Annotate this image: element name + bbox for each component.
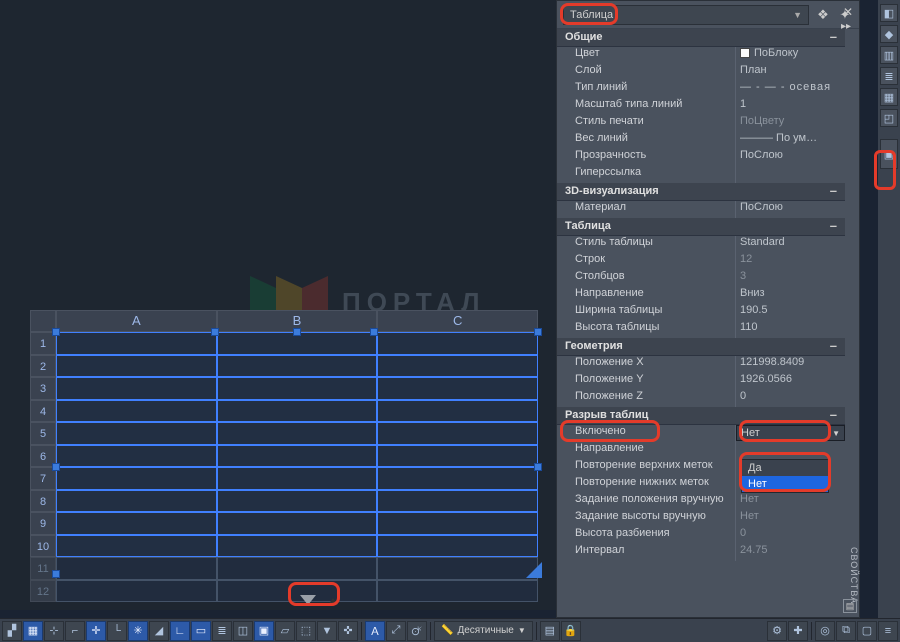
row-lineweight[interactable]: Вес линий——— По ум… (557, 132, 845, 149)
sb-otrack-icon[interactable]: ▭ (191, 621, 211, 641)
ruler-icon: 📏 (441, 625, 453, 636)
right-ribbon: ◧ ◆ ▥ ≣ ▦ ◰ ▣ (878, 0, 900, 618)
section-3d-viz[interactable]: 3D-визуализация– (557, 183, 845, 201)
sb-filter-icon[interactable]: ▼ (317, 621, 337, 641)
row-material[interactable]: МатериалПоСлою (557, 201, 845, 218)
ribbon-tool-4-icon[interactable]: ≣ (880, 67, 898, 85)
sb-annoscale3-icon[interactable]: 🜚 (407, 621, 427, 641)
sb-polar-icon[interactable]: ✳ (128, 621, 148, 641)
sb-grid-icon[interactable]: ▦ (23, 621, 43, 641)
object-type-dropdown[interactable]: Таблица ▼ (563, 5, 809, 25)
sb-annoscale-icon[interactable]: Ａ (365, 621, 385, 641)
sb-infer-icon[interactable]: ⌐ (65, 621, 85, 641)
selected-table[interactable]: A B C 12 34 56 78 910 1112 (30, 310, 538, 602)
sb-quickprops-icon[interactable]: ▤ (540, 621, 560, 641)
chevron-down-icon: ▼ (793, 10, 802, 20)
sb-workspace-icon[interactable]: ⚙ (767, 621, 787, 641)
grip-col1[interactable] (211, 328, 219, 336)
dropdown-option-no[interactable]: Нет (742, 476, 828, 492)
row-table-style[interactable]: Стиль таблицыStandard (557, 236, 845, 253)
row-table-height[interactable]: Высота таблицы110 (557, 321, 845, 338)
chevron-down-icon: ▼ (832, 429, 840, 438)
ribbon-tool-1-icon[interactable]: ◧ (880, 4, 898, 22)
sb-transparency-icon[interactable]: ◫ (233, 621, 253, 641)
color-swatch-icon (740, 48, 750, 58)
ribbon-tool-3-icon[interactable]: ▥ (880, 46, 898, 64)
row-break-enabled[interactable]: Включено Нет ▼ (557, 425, 845, 442)
sb-cleanscreen-icon[interactable]: ▢ (857, 621, 877, 641)
ribbon-tool-5-icon[interactable]: ▦ (880, 88, 898, 106)
sb-lineweight-icon[interactable]: ≣ (212, 621, 232, 641)
break-enabled-dropdown[interactable]: Нет ▼ (736, 425, 845, 441)
row-plotstyle: Стиль печатиПоЦвету (557, 115, 845, 132)
table-break-up-icon[interactable] (328, 598, 338, 605)
row-table-direction[interactable]: НаправлениеВниз (557, 287, 845, 304)
row-break-manualpos: Задание положения вручнуюНет (557, 493, 845, 510)
sb-ortho-icon[interactable]: └ (107, 621, 127, 641)
ribbon-tool-2-icon[interactable]: ◆ (880, 25, 898, 43)
status-bar: ▞ ▦ ⊹ ⌐ ✛ └ ✳ ◢ ∟ ▭ ≣ ◫ ▣ ▱ ⬚ ▼ ✜ Ａ ⤢ 🜚 … (0, 618, 900, 642)
collapse-icon: – (830, 31, 837, 44)
grip-br[interactable] (526, 562, 542, 578)
sb-isolate-icon[interactable]: ◎ (815, 621, 835, 641)
section-table[interactable]: Таблица– (557, 218, 845, 236)
grip-tr[interactable] (534, 328, 542, 336)
row-table-width[interactable]: Ширина таблицы190.5 (557, 304, 845, 321)
ribbon-tool-6-icon[interactable]: ◰ (880, 109, 898, 127)
panel-options-icon[interactable]: ▤ (843, 599, 857, 613)
sb-3dosnap-icon[interactable]: ▱ (275, 621, 295, 641)
section-general[interactable]: Общие– (557, 29, 845, 47)
close-icon[interactable]: ✕ (841, 5, 855, 19)
break-enabled-dropdown-list[interactable]: Да Нет (741, 459, 829, 493)
grip-mr[interactable] (534, 463, 542, 471)
row-hyperlink[interactable]: Гиперссылка (557, 166, 845, 183)
col-header-a[interactable]: A (56, 310, 217, 332)
row-layer[interactable]: СлойПлан (557, 64, 845, 81)
table-cells[interactable] (56, 332, 538, 602)
row-linetype[interactable]: Тип линий— - — - осевая (557, 81, 845, 98)
sb-hwaccel-icon[interactable]: ⧉ (836, 621, 856, 641)
row-pos-z[interactable]: Положение Z0 (557, 390, 845, 407)
row-color[interactable]: Цвет ПоБлоку (557, 47, 845, 64)
grip-tc[interactable] (293, 328, 301, 336)
drawing-canvas[interactable]: ПОРТАЛ о черчении A B C 12 34 56 78 910 … (0, 0, 556, 610)
row-pos-y[interactable]: Положение Y1926.0566 (557, 373, 845, 390)
row-ltscale[interactable]: Масштаб типа линий1 (557, 98, 845, 115)
row-break-direction: Направление (557, 442, 845, 459)
sb-dyn-input-icon[interactable]: ✛ (86, 621, 106, 641)
sb-monitor-icon[interactable]: ✚ (788, 621, 808, 641)
sb-cycling-icon[interactable]: ▣ (254, 621, 274, 641)
grip-tl[interactable] (52, 328, 60, 336)
sb-units-dropdown[interactable]: 📏 Десятичные▼ (434, 621, 533, 641)
sb-gizmo-icon[interactable]: ✜ (338, 621, 358, 641)
properties-panel: ✕ ▸▸ Таблица ▼ ❖ ✦ Общие– Цвет ПоБлоку С… (556, 0, 860, 618)
row-pos-x[interactable]: Положение X121998.8409 (557, 356, 845, 373)
sb-annoscale2-icon[interactable]: ⤢ (386, 621, 406, 641)
sb-ducs-icon[interactable]: ⬚ (296, 621, 316, 641)
sb-custom-icon[interactable]: ≡ (878, 621, 898, 641)
section-table-break[interactable]: Разрыв таблиц– (557, 407, 845, 425)
row-break-height: Высота разбиения0 (557, 527, 845, 544)
row-table-rows: Строк12 (557, 253, 845, 270)
ribbon-properties-icon[interactable]: ▣ (880, 139, 898, 169)
row-transparency[interactable]: ПрозрачностьПоСлою (557, 149, 845, 166)
row-break-interval: Интервал24.75 (557, 544, 845, 561)
grip-bl[interactable] (52, 570, 60, 578)
sb-lock-ui-icon[interactable]: 🔒 (561, 621, 581, 641)
col-header-c[interactable]: C (377, 310, 538, 332)
sb-iso-icon[interactable]: ◢ (149, 621, 169, 641)
dropdown-option-yes[interactable]: Да (742, 460, 828, 476)
table-break-handle-icon[interactable] (300, 595, 316, 605)
sb-snap-icon[interactable]: ⊹ (44, 621, 64, 641)
grip-ml[interactable] (52, 463, 60, 471)
row-table-cols: Столбцов3 (557, 270, 845, 287)
grip-col2[interactable] (370, 328, 378, 336)
section-geometry[interactable]: Геометрия– (557, 338, 845, 356)
sb-model-icon[interactable]: ▞ (2, 621, 22, 641)
object-type-label: Таблица (570, 9, 613, 21)
row-break-manualheight: Задание высоты вручнуюНет (557, 510, 845, 527)
quick-select-icon[interactable]: ❖ (815, 7, 831, 23)
sb-osnap-icon[interactable]: ∟ (170, 621, 190, 641)
